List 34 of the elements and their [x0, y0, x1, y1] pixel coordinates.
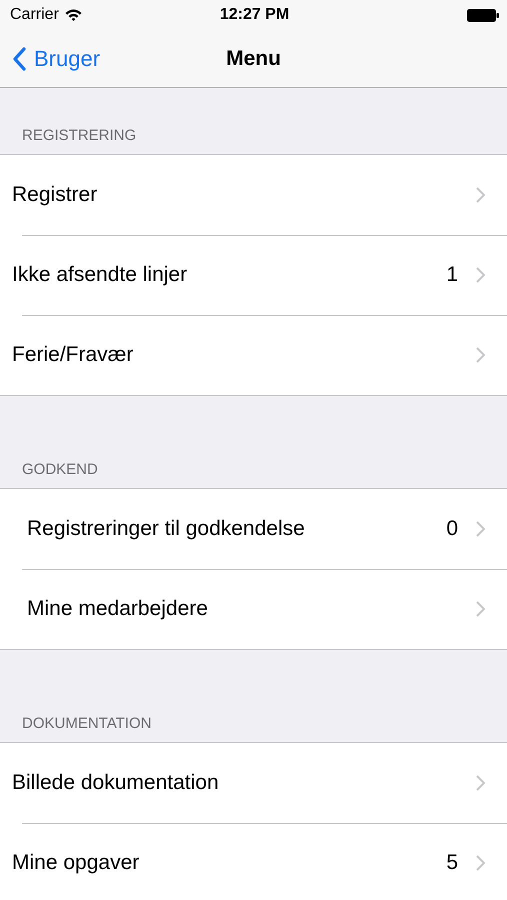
- carrier-name: Carrier: [10, 6, 59, 24]
- menu-row[interactable]: Ferie/Fravær: [0, 315, 507, 395]
- row-label: Billede dokumentation: [12, 771, 220, 795]
- section-header-text: DOKUMENTATION: [22, 715, 152, 732]
- row-label: Ikke afsendte linjer: [12, 263, 188, 287]
- disclosure-chevron-icon: [476, 775, 485, 791]
- section-header-text: GODKEND: [22, 461, 98, 478]
- menu-row[interactable]: Ikke afsendte linjer 1: [0, 235, 507, 315]
- menu-row[interactable]: Registreringer til godkendelse 0: [0, 489, 507, 569]
- row-label: Mine medarbejdere: [27, 597, 209, 621]
- disclosure-chevron-icon: [476, 521, 485, 537]
- row-label: Mine opgaver: [12, 851, 140, 875]
- row-label: Registrer: [12, 183, 98, 207]
- count-value: 5: [446, 851, 458, 875]
- count-value: 1: [446, 263, 458, 287]
- disclosure-chevron-icon: [476, 267, 485, 283]
- nav-title: Menu: [226, 46, 281, 70]
- status-time: 12:27 PM: [220, 6, 290, 24]
- wifi-icon: [64, 9, 82, 21]
- count-value: 0: [446, 517, 458, 541]
- disclosure-chevron-icon: [476, 855, 485, 871]
- battery-icon: [467, 8, 499, 22]
- disclosure-chevron-icon: [476, 601, 485, 617]
- menu-row[interactable]: Mine medarbejdere: [0, 569, 507, 649]
- section-header-text: REGISTRERING: [22, 127, 136, 144]
- menu-row[interactable]: Mine opgaver 5: [0, 823, 507, 900]
- back-chevron-icon: [12, 46, 26, 70]
- menu-row[interactable]: Registrer: [0, 155, 507, 235]
- back-button[interactable]: Bruger: [0, 46, 100, 72]
- disclosure-chevron-icon: [476, 347, 485, 363]
- disclosure-chevron-icon: [476, 187, 485, 203]
- menu-row[interactable]: Billede dokumentation: [0, 743, 507, 823]
- row-label: Ferie/Fravær: [12, 343, 134, 367]
- row-label: Registreringer til godkendelse: [27, 517, 306, 541]
